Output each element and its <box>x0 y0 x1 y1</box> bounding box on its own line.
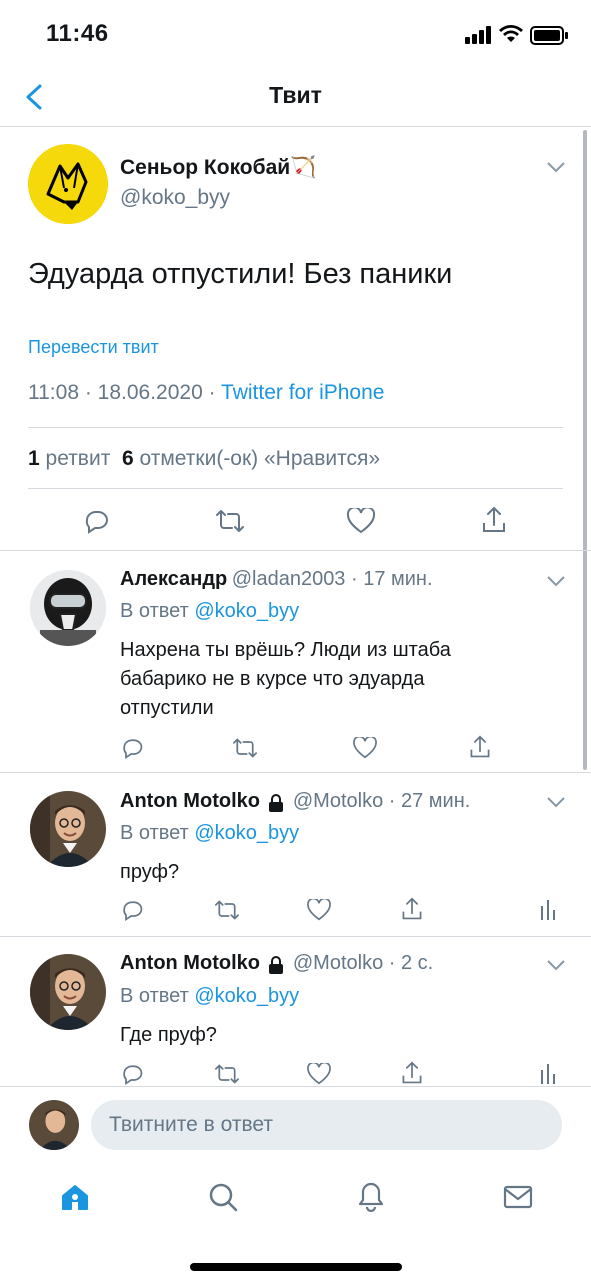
divider <box>28 427 563 428</box>
avatar[interactable] <box>30 954 106 1030</box>
reply-to-link[interactable]: @koko_byy <box>194 985 299 1007</box>
avatar[interactable] <box>30 570 106 646</box>
reply-options-chevron-icon[interactable] <box>546 574 566 588</box>
bottom-panel: Твитните в ответ <box>0 1086 591 1281</box>
retweet-icon[interactable] <box>214 1062 240 1086</box>
tweet-timestamp: 11:08 · 18.06.2020 · <box>28 381 222 404</box>
analytics-icon[interactable] <box>540 1062 558 1084</box>
reply-to-prefix: В ответ <box>120 600 189 622</box>
reply-text-line: Нахрена ты врёшь? Люди из штаба <box>120 639 451 661</box>
translate-tweet-link[interactable]: Перевести твит <box>28 337 159 358</box>
engagement-stats: 1 ретвит 6 отметки(-ок) «Нравится» <box>28 447 380 471</box>
retweet-icon[interactable] <box>232 736 258 760</box>
reply-meta: @Motolko · 27 мин. <box>292 790 471 812</box>
reply-to-line: В ответ @koko_byy <box>120 600 299 623</box>
reply-to-link[interactable]: @koko_byy <box>194 600 299 622</box>
share-icon[interactable] <box>468 734 492 760</box>
divider <box>0 772 591 773</box>
notifications-bell-icon[interactable] <box>356 1181 386 1213</box>
reply-header: Александр @ladan2003 · 17 мин. <box>120 568 433 591</box>
reply-text: Где пруф? <box>120 1021 217 1050</box>
fox-logo-icon <box>46 162 88 210</box>
bow-and-arrow-emoji: 🏹 <box>290 156 317 179</box>
like-heart-icon[interactable] <box>306 1063 332 1085</box>
reply-icon[interactable] <box>120 736 144 760</box>
reply-text-line: отпустили <box>120 697 214 719</box>
reply-text-line: пруф? <box>120 861 180 883</box>
person-avatar-icon <box>29 1100 79 1150</box>
home-indicator[interactable] <box>190 1263 402 1271</box>
divider <box>0 550 591 551</box>
tweet-options-chevron-icon[interactable] <box>546 160 566 174</box>
status-bar: 11:46 <box>0 0 591 70</box>
helmet-avatar-icon <box>30 570 106 646</box>
reply-text: Нахрена ты врёшь? Люди из штаба бабарико… <box>120 636 451 723</box>
reply-header: Anton Motolko @Motolko · 27 мин. <box>120 790 470 813</box>
reply-meta: @ladan2003 · 17 мин. <box>231 568 433 590</box>
scroll-indicator[interactable] <box>583 130 587 770</box>
reply-to-line: В ответ @koko_byy <box>120 985 299 1008</box>
like-heart-icon[interactable] <box>346 508 376 534</box>
person-avatar-icon <box>30 791 106 867</box>
tweet-source-link[interactable]: Twitter for iPhone <box>221 381 384 404</box>
like-stat[interactable]: 6 отметки(-ок) «Нравится» <box>122 447 380 470</box>
retweet-stat[interactable]: 1 ретвит <box>28 447 110 470</box>
author-handle[interactable]: @koko_byy <box>120 186 230 210</box>
reply-to-prefix: В ответ <box>120 822 189 844</box>
home-tab-icon[interactable] <box>60 1182 90 1212</box>
reply-to-line: В ответ @koko_byy <box>120 822 299 845</box>
reply-author-name[interactable]: Anton Motolko <box>120 952 260 974</box>
avatar[interactable] <box>29 1100 79 1150</box>
divider <box>28 488 563 489</box>
reply-header: Anton Motolko @Motolko · 2 с. <box>120 952 433 975</box>
person-avatar-icon <box>30 954 106 1030</box>
reply-meta: @Motolko · 2 с. <box>292 952 434 974</box>
share-icon[interactable] <box>400 896 424 922</box>
search-tab-icon[interactable] <box>208 1182 238 1212</box>
status-time: 11:46 <box>46 20 109 47</box>
navigation-bar: Твит <box>0 70 591 127</box>
share-icon[interactable] <box>480 505 508 535</box>
tweet-timestamp-line: 11:08 · 18.06.2020 · Twitter for iPhone <box>28 381 384 405</box>
reply-options-chevron-icon[interactable] <box>546 795 566 809</box>
lock-icon <box>268 955 284 974</box>
reply-options-chevron-icon[interactable] <box>546 958 566 972</box>
reply-text-line: бабарико не в курсе что эдуарда <box>120 668 425 690</box>
wifi-icon <box>499 24 523 44</box>
reply-icon[interactable] <box>120 898 144 922</box>
page-title: Твит <box>269 82 322 108</box>
reply-author-name[interactable]: Anton Motolko <box>120 790 260 812</box>
author-name-text: Сеньор Кокобай <box>120 156 291 179</box>
retweet-icon[interactable] <box>214 898 240 922</box>
battery-icon <box>530 26 570 46</box>
reply-text-line: Где пруф? <box>120 1024 217 1046</box>
cellular-signal-icon <box>465 26 493 44</box>
reply-text: пруф? <box>120 858 179 887</box>
author-name[interactable]: Сеньор Кокобай🏹 <box>120 156 316 180</box>
reply-icon[interactable] <box>120 1062 144 1086</box>
lock-icon <box>268 793 284 812</box>
reply-author-name[interactable]: Александр <box>120 568 227 590</box>
reply-to-prefix: В ответ <box>120 985 189 1007</box>
like-heart-icon[interactable] <box>352 737 378 759</box>
reply-to-link[interactable]: @koko_byy <box>194 822 299 844</box>
retweet-icon[interactable] <box>215 507 245 535</box>
messages-envelope-icon[interactable] <box>503 1185 533 1209</box>
analytics-icon[interactable] <box>540 898 558 920</box>
reply-composer-input[interactable]: Твитните в ответ <box>91 1100 562 1150</box>
avatar[interactable] <box>30 791 106 867</box>
composer-placeholder: Твитните в ответ <box>109 1113 273 1136</box>
share-icon[interactable] <box>400 1060 424 1086</box>
divider <box>0 936 591 937</box>
like-heart-icon[interactable] <box>306 899 332 921</box>
tweet-text: Эдуарда отпустили! Без паники <box>28 258 453 290</box>
avatar[interactable] <box>28 144 108 224</box>
reply-icon[interactable] <box>82 507 110 535</box>
